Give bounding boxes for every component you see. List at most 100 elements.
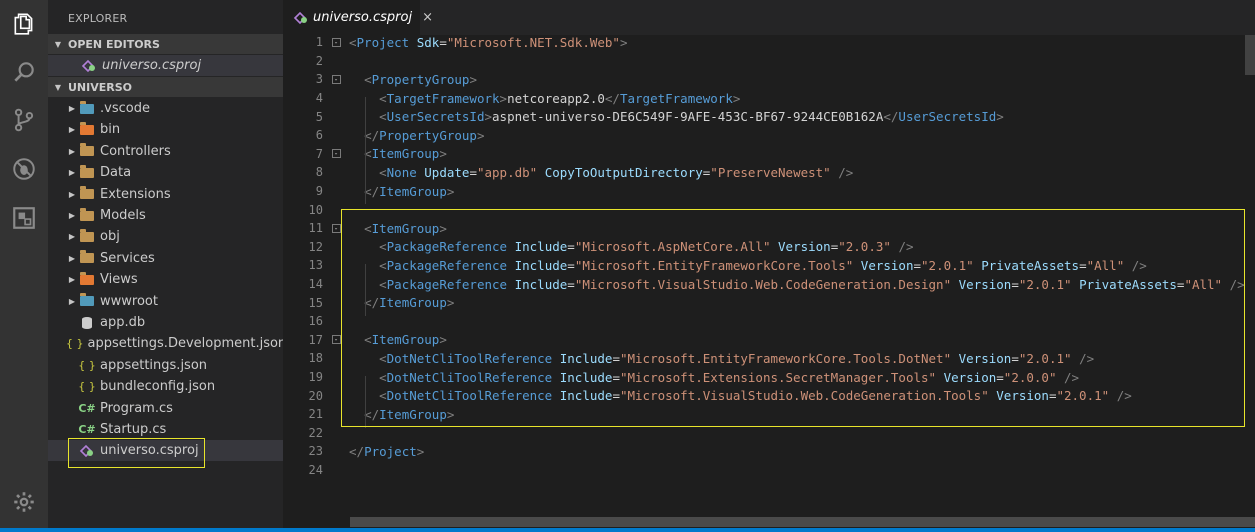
tree-file[interactable]: { } bundleconfig.json <box>48 376 283 397</box>
folder-icon <box>78 100 96 117</box>
code-line: 20 < DotNetCliToolReference Include = "Micr… <box>283 386 1255 405</box>
tree-folder[interactable]: ▶ Models <box>48 205 283 226</box>
tab-label: universo.csproj <box>313 10 413 25</box>
folder-icon <box>78 250 96 266</box>
code-line: 4 < TargetFramework > netcoreapp2.0 </Target… <box>283 89 1255 108</box>
code-token: < <box>379 164 387 180</box>
code-token: = <box>567 239 575 255</box>
open-editor-item[interactable]: universo.csproj <box>48 55 283 76</box>
code-token: > <box>469 71 477 87</box>
tab-universo-csproj[interactable]: universo.csproj × <box>283 0 433 35</box>
code-token: DotNetCliToolReference <box>386 388 553 404</box>
fold-collapse-icon[interactable]: - <box>331 149 341 159</box>
code-token: > <box>446 183 455 199</box>
open-editor-label: universo.csproj <box>102 58 202 73</box>
tree-folder[interactable]: ▶ wwwroot <box>48 291 283 312</box>
code-token: = <box>1048 388 1057 404</box>
code-line: 23 </Project > <box>283 442 1255 461</box>
line-number: 14 <box>308 277 323 292</box>
folder-shape <box>80 121 94 135</box>
tree-folder[interactable]: ▶ Views <box>48 269 283 290</box>
line-number: 15 <box>308 295 323 310</box>
fold-gutter: - <box>323 223 349 233</box>
database-file-icon <box>78 315 96 331</box>
line-number: 19 <box>308 370 323 385</box>
open-editors-header[interactable]: ▼ OPEN EDITORS <box>48 34 283 54</box>
code-token: > <box>439 220 447 236</box>
code-line: 18 < DotNetCliToolReference Include = "Micr… <box>283 349 1255 368</box>
tree-folder[interactable]: ▶ bin <box>48 119 283 140</box>
extensions-icon[interactable] <box>10 204 38 232</box>
code-token: = <box>1079 257 1087 273</box>
tree-item-label: Services <box>100 250 155 266</box>
horizontal-scrollbar[interactable] <box>350 517 1255 527</box>
line-number: 17 <box>308 332 323 347</box>
tree-item-label: wwwroot <box>100 293 158 309</box>
code-token: UserSecretsId <box>386 109 485 125</box>
tree-file[interactable]: C# Program.cs <box>48 398 283 419</box>
code-token: "All" <box>1086 257 1125 273</box>
tree-item-label: Extensions <box>100 186 171 202</box>
tree-folder[interactable]: ▶ Services <box>48 248 283 269</box>
settings-gear-icon[interactable] <box>10 488 38 516</box>
code-token: = <box>612 388 620 404</box>
code-token: > <box>476 127 485 143</box>
code-token: "Microsoft.AspNetCore.All" <box>574 239 771 255</box>
explorer-icon[interactable] <box>10 10 38 38</box>
code-token: "2.0.1" <box>1056 388 1110 404</box>
code-token: ItemGroup <box>379 406 447 422</box>
code-token: Include <box>559 369 613 385</box>
fold-collapse-icon[interactable]: - <box>331 223 341 233</box>
msbuild-file-icon <box>78 443 96 459</box>
folder-shape <box>80 186 94 200</box>
tree-file[interactable]: C# Startup.cs <box>48 419 283 440</box>
code-token: Update <box>424 164 470 180</box>
tree-item-label: universo.csproj <box>100 443 199 459</box>
code-token: Version <box>958 350 1012 366</box>
workspace-folder-header[interactable]: ▼ UNIVERSO <box>48 77 283 97</box>
tree-file[interactable]: { } appsettings.json <box>48 355 283 376</box>
code-line: 22 <box>283 424 1255 443</box>
code-view[interactable]: 1- < Project Sdk = "Microsoft.NET.Sdk.Web" >2… <box>283 35 1255 515</box>
close-icon[interactable]: × <box>422 10 433 25</box>
tree-folder[interactable]: ▶ obj <box>48 226 283 247</box>
tree-file[interactable]: { } appsettings.Development.json <box>48 333 283 354</box>
tree-file[interactable]: app.db <box>48 312 283 333</box>
code-token: > <box>446 406 455 422</box>
tree-folder[interactable]: ▶ .vscode <box>48 98 283 119</box>
msbuild-file-icon <box>80 58 98 74</box>
tree-folder[interactable]: ▶ Data <box>48 162 283 183</box>
source-control-icon[interactable] <box>10 106 38 134</box>
code-token: = <box>439 34 447 50</box>
activity-bar <box>0 0 48 528</box>
code-line: 10 <box>283 200 1255 219</box>
tree-folder[interactable]: ▶ Controllers <box>48 141 283 162</box>
tree-file[interactable]: universo.csproj <box>48 440 283 462</box>
search-icon[interactable] <box>10 58 38 86</box>
line-number: 2 <box>315 53 323 68</box>
tree-item-label: appsettings.Development.json <box>87 336 284 352</box>
folder-shape <box>80 271 94 285</box>
code-token: > <box>439 146 447 162</box>
code-token: Version <box>958 276 1012 292</box>
fold-gutter: - <box>323 149 349 159</box>
vertical-scrollbar[interactable] <box>1245 35 1255 75</box>
tree-item-label: obj <box>100 229 120 245</box>
code-token: = <box>612 350 620 366</box>
fold-collapse-icon[interactable]: - <box>331 74 341 84</box>
editor-area: universo.csproj × 1- < Project Sdk = "Micros… <box>283 0 1255 528</box>
tree-folder[interactable]: ▶ Extensions <box>48 184 283 205</box>
line-number: 16 <box>308 314 323 329</box>
debug-icon[interactable] <box>10 155 38 183</box>
code-token: netcoreapp2.0 <box>507 90 605 106</box>
fold-collapse-icon[interactable]: - <box>331 37 341 47</box>
fold-collapse-icon[interactable]: - <box>331 335 341 345</box>
